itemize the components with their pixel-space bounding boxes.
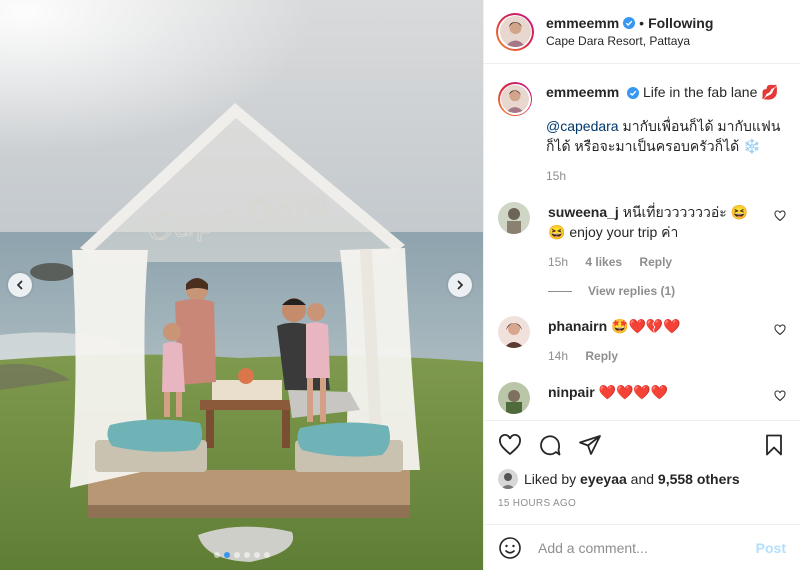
avatar-image (499, 16, 531, 47)
caption-time[interactable]: 15h (546, 169, 566, 183)
share-icon[interactable] (578, 433, 602, 457)
comment-icon[interactable] (538, 433, 562, 457)
likes-and: and (630, 471, 655, 487)
chevron-left-icon (16, 280, 23, 290)
comments-list: emmeemm Life in the fab lane 💋 @capedara… (484, 64, 800, 420)
likes-count-link[interactable]: 9,558 others (658, 471, 740, 487)
comment-text: ❤️❤️❤️❤️ (598, 384, 669, 400)
avatar-image (498, 382, 530, 414)
caption: emmeemm Life in the fab lane 💋 @capedara… (498, 82, 786, 186)
next-photo-button[interactable] (448, 273, 472, 297)
comment-text: 🤩❤️💔❤️ (611, 318, 681, 334)
comment-time[interactable]: 15h (548, 255, 568, 269)
carousel-dot (253, 552, 260, 558)
commenter-avatar[interactable] (498, 202, 530, 234)
following-button[interactable]: Following (648, 15, 713, 31)
comment-username[interactable]: ninpair (548, 384, 595, 400)
likes-prefix: Liked by (524, 471, 577, 487)
caption-avatar[interactable] (498, 82, 532, 116)
view-replies-label: View replies (1) (588, 284, 676, 298)
comment-time[interactable]: 14h (548, 349, 568, 363)
post-header: emmeemm • Following Cape Dara Resort, Pa… (484, 0, 800, 64)
likes-user-link[interactable]: eyeyaa (580, 471, 627, 487)
comment-item: ninpair ❤️❤️❤️❤️ (498, 382, 786, 414)
reply-button[interactable]: Reply (639, 255, 672, 269)
comment-text: หนีเที่ยววววววอ่ะ 😆 (622, 204, 749, 220)
view-replies-button[interactable]: View replies (1) (548, 284, 786, 298)
photo-scene: Cape Dara (0, 0, 483, 570)
post-side-panel: emmeemm • Following Cape Dara Resort, Pa… (483, 0, 800, 570)
heart-icon[interactable] (498, 433, 522, 457)
commenter-avatar[interactable] (498, 382, 530, 414)
liker-avatar[interactable] (498, 469, 518, 489)
comment-username[interactable]: phanairn (548, 318, 607, 334)
carousel-dot (233, 552, 240, 558)
caption-thai-line2: ก็ได้ หรือจะมาเป็นครอบครัวก็ได้ ❄️ (546, 138, 761, 154)
caption-thai-line1: มากับเพื่อนก็ได้ มากับแฟน (618, 118, 781, 134)
author-avatar[interactable] (496, 12, 534, 51)
carousel-dot (213, 552, 220, 558)
comment-item: phanairn 🤩❤️💔❤️ 14h Reply (498, 316, 786, 366)
verified-icon (627, 87, 640, 100)
caption-username[interactable]: emmeemm (546, 84, 619, 100)
previous-photo-button[interactable] (8, 273, 32, 297)
comment-like-heart-icon[interactable] (774, 324, 786, 336)
header-separator: • (639, 15, 645, 31)
avatar-image (498, 316, 530, 348)
post-location[interactable]: Cape Dara Resort, Pattaya (546, 34, 713, 48)
avatar-image (501, 85, 529, 113)
comment-like-heart-icon[interactable] (774, 210, 786, 222)
bookmark-icon[interactable] (762, 433, 786, 457)
carousel-dot (243, 552, 250, 558)
post-timestamp[interactable]: 15 HOURS AGO (484, 490, 800, 518)
avatar-image (498, 469, 518, 489)
reply-button[interactable]: Reply (585, 349, 618, 363)
chevron-right-icon (457, 280, 464, 290)
caption-mention-link[interactable]: @capedara (546, 118, 619, 134)
likes-summary: Liked by eyeyaa and 9,558 others (484, 468, 800, 490)
comment-like-heart-icon[interactable] (774, 390, 786, 402)
post-actions-bar (484, 420, 800, 468)
add-comment-bar: Add a comment... Post (484, 524, 800, 570)
carousel-dot-active (223, 552, 230, 558)
carousel-dot (263, 552, 270, 558)
emoji-icon[interactable] (498, 536, 522, 560)
comment-username[interactable]: suweena_j (548, 204, 619, 220)
avatar-image (498, 202, 530, 234)
comment-likes[interactable]: 4 likes (585, 255, 622, 269)
comment-item: suweena_j หนีเที่ยววววววอ่ะ 😆 😆 enjoy yo… (498, 202, 786, 272)
author-username[interactable]: emmeemm (546, 15, 619, 31)
caption-text: Life in the fab lane 💋 (642, 84, 779, 100)
post-photo[interactable]: Cape Dara (0, 0, 483, 570)
add-comment-input[interactable]: Add a comment... (538, 540, 756, 556)
comment-text-line2: 😆 enjoy your trip ค่า (548, 224, 679, 240)
carousel-dots (0, 552, 483, 558)
verified-icon (623, 17, 636, 29)
post-comment-button[interactable]: Post (756, 540, 786, 556)
commenter-avatar[interactable] (498, 316, 530, 348)
